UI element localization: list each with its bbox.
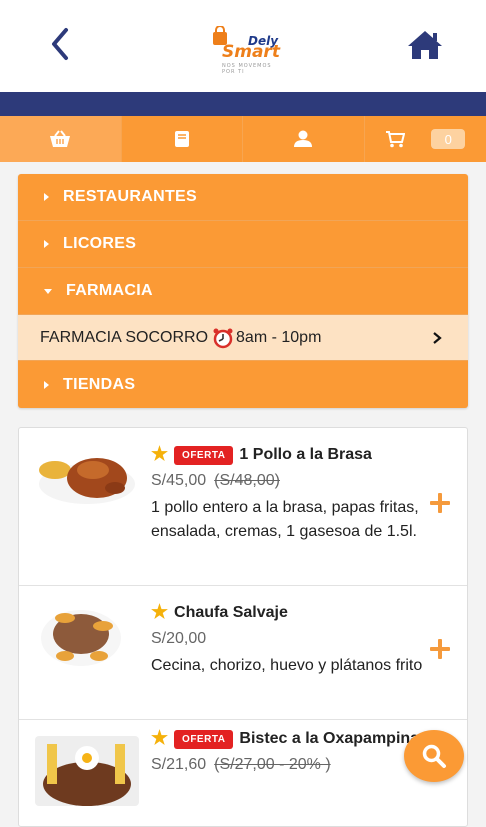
add-to-cart-button[interactable] [429, 492, 451, 514]
basket-icon [49, 130, 71, 148]
tab-shop[interactable] [0, 116, 122, 162]
app-header: Dely Smart NOS MOVEMOS POR TI [0, 0, 486, 92]
product-description: Cecina, chorizo, huevo y plátanos frito [151, 654, 425, 678]
alarm-clock-icon [212, 327, 234, 349]
category-tiendas[interactable]: TIENDAS [18, 361, 468, 408]
caret-right-icon [44, 381, 49, 389]
book-icon [174, 130, 190, 148]
product-name: Bistec a la Oxapampina [239, 726, 419, 752]
cart-count-badge: 0 [431, 129, 465, 149]
offer-badge: OFERTA [174, 446, 233, 465]
tab-orders[interactable] [122, 116, 244, 162]
list-item[interactable]: ★ OFERTA 1 Pollo a la Brasa S/45,00 (S/48… [19, 428, 467, 586]
product-image [35, 600, 139, 670]
star-icon: ★ [151, 442, 168, 468]
offer-badge: OFERTA [174, 730, 233, 749]
category-label: LICORES [63, 235, 136, 253]
cart-icon [385, 130, 405, 148]
star-icon: ★ [151, 600, 168, 626]
category-accordion: RESTAURANTES LICORES FARMACIA FARMACIA S… [18, 174, 468, 408]
category-label: TIENDAS [63, 376, 135, 394]
product-name: 1 Pollo a la Brasa [239, 442, 372, 468]
product-old-price: (S/27,00 - 20% ) [214, 756, 331, 773]
back-button[interactable] [46, 26, 76, 62]
product-description: 1 pollo entero a la brasa, papas fritas,… [151, 496, 425, 544]
chevron-right-icon [432, 332, 442, 344]
category-farmacia[interactable]: FARMACIA [18, 268, 468, 315]
star-icon: ★ [151, 726, 168, 752]
product-old-price: (S/48,00) [214, 472, 280, 489]
caret-down-icon [44, 289, 52, 294]
home-button[interactable] [406, 28, 444, 62]
tab-profile[interactable] [243, 116, 365, 162]
search-icon [421, 743, 447, 769]
home-icon [406, 28, 444, 62]
list-item[interactable]: ★ OFERTA Bistec a la Oxapampina S/21,60 (… [19, 720, 467, 827]
product-list: ★ OFERTA 1 Pollo a la Brasa S/45,00 (S/48… [18, 427, 468, 827]
product-image [35, 736, 139, 806]
tab-cart[interactable]: 0 [365, 116, 486, 162]
search-fab-button[interactable] [404, 730, 464, 782]
category-label: RESTAURANTES [63, 188, 197, 206]
chevron-left-icon [46, 26, 76, 62]
app-logo: Dely Smart NOS MOVEMOS POR TI [204, 20, 284, 70]
logo-text-smart: Smart [222, 42, 280, 62]
add-to-cart-button[interactable] [429, 638, 451, 660]
store-hours: 8am - 10pm [236, 329, 321, 347]
store-name: FARMACIA SOCORRO [40, 329, 208, 347]
user-icon [293, 130, 313, 148]
category-label: FARMACIA [66, 282, 153, 300]
product-price: S/21,60 [151, 756, 206, 773]
caret-right-icon [44, 193, 49, 201]
category-licores[interactable]: LICORES [18, 221, 468, 268]
logo-tagline: NOS MOVEMOS POR TI [222, 63, 284, 75]
category-restaurantes[interactable]: RESTAURANTES [18, 174, 468, 221]
product-price: S/45,00 [151, 472, 206, 489]
caret-right-icon [44, 240, 49, 248]
product-image [35, 440, 139, 510]
tab-bar: 0 [0, 116, 486, 162]
store-farmacia-socorro[interactable]: FARMACIA SOCORRO 8am - 10pm [18, 315, 468, 361]
list-item[interactable]: ★ Chaufa Salvaje S/20,00 Cecina, chorizo… [19, 586, 467, 720]
product-name: Chaufa Salvaje [174, 600, 288, 626]
header-band [0, 92, 486, 116]
product-price: S/20,00 [151, 630, 206, 647]
